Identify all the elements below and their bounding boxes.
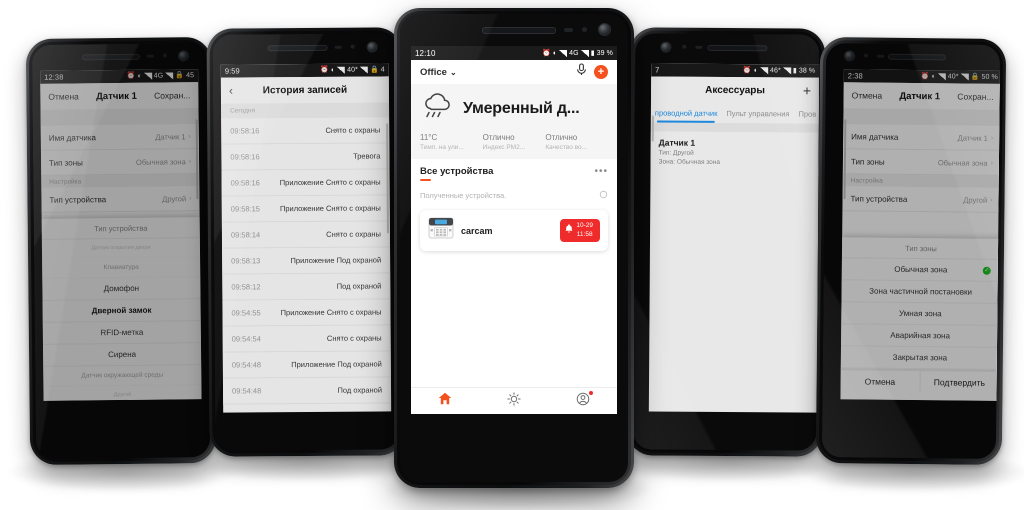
light-sensor-icon	[582, 27, 587, 32]
device-name: carcam	[461, 225, 493, 236]
alarm-date: 10-29	[576, 222, 593, 230]
profile-icon	[576, 390, 593, 411]
battery-level: 39 %	[596, 49, 613, 57]
alarm-icon: ⏰	[541, 49, 551, 57]
tab-home[interactable]	[411, 392, 480, 410]
home-icon	[438, 392, 452, 410]
phone-glass: 2:38 ⏰ ◐ 40* 🔒 50 % Отмена Датчик 1 Сохр…	[821, 43, 1001, 459]
room-selector[interactable]: Office ⌄	[420, 67, 457, 78]
earpiece-speaker	[482, 27, 556, 34]
device-info: carcam	[428, 217, 493, 244]
signal-icon-2	[580, 49, 589, 57]
weather-stat-air-quality: Отлично Качество во...	[545, 133, 608, 151]
front-camera-icon	[599, 24, 610, 35]
alarm-time: 11:58	[576, 230, 593, 238]
stat-label: Индекс PM2...	[482, 144, 526, 151]
dnd-icon: ◐	[552, 49, 558, 57]
devices-subtitle-row: Полученные устройства.	[411, 181, 617, 210]
tab-profile[interactable]	[548, 390, 617, 411]
top-bar-actions: +	[576, 63, 608, 81]
dim-overlay	[212, 33, 400, 451]
phone-glass: 12:38 ⏰ ◐ 4G 🔒 45 Отмена Датчик 1	[31, 43, 211, 459]
phone-device-3: 12:10 ⏰ ◐ 4G ▮ 39 % Office ⌄ + Умеренный…	[394, 8, 634, 488]
alarm-timestamp: 10-29 11:58	[576, 222, 593, 238]
rain-cloud-icon	[420, 91, 456, 126]
weather-card[interactable]: Умеренный д... 11°C Темп. на ули... Отли…	[411, 84, 617, 159]
bottom-tab-bar	[411, 387, 617, 414]
status-bar: 12:10 ⏰ ◐ 4G ▮ 39 %	[411, 46, 617, 60]
phone-device-1: 12:38 ⏰ ◐ 4G 🔒 45 Отмена Датчик 1	[25, 37, 217, 465]
phone-device-5: 2:38 ⏰ ◐ 40* 🔒 50 % Отмена Датчик 1 Сохр…	[815, 37, 1007, 465]
chevron-down-icon: ⌄	[449, 67, 457, 77]
weather-stats: 11°C Темп. на ули... Отлично Индекс PM2.…	[420, 133, 608, 151]
battery-icon: ▮	[590, 49, 595, 57]
network-type: 4G	[569, 49, 579, 57]
device-card-carcam[interactable]: carcam 10-29 11:58	[420, 210, 608, 251]
status-icons: ⏰ ◐ 4G ▮ 39 %	[541, 49, 613, 57]
room-name: Office	[420, 66, 447, 78]
stat-label: Темп. на ули...	[420, 144, 464, 151]
alarm-badge[interactable]: 10-29 11:58	[560, 219, 600, 242]
tab-scenes[interactable]	[480, 391, 549, 411]
phone-device-2: 9:59 ⏰ ◐ 40* 🔒 4 ‹ История записей С	[206, 27, 406, 457]
dim-overlay	[31, 43, 211, 459]
mic-icon[interactable]	[576, 63, 587, 81]
stat-value: 11°C	[420, 133, 438, 142]
dim-overlay	[632, 33, 820, 451]
phone-device-4: 7 ⏰ ◐ 46* ▮ 38 % Аксессуары +	[626, 27, 826, 457]
section-title: Все устройства	[420, 166, 494, 177]
phone-glass: 7 ⏰ ◐ 46* ▮ 38 % Аксессуары +	[632, 33, 820, 451]
stat-label: Качество во...	[545, 144, 588, 151]
phone-glass: 12:10 ⏰ ◐ 4G ▮ 39 % Office ⌄ + Умеренный…	[400, 14, 628, 482]
weather-stat-pm25: Отлично Индекс PM2...	[483, 133, 546, 151]
screenshot-stage: 12:38 ⏰ ◐ 4G 🔒 45 Отмена Датчик 1	[0, 0, 1024, 510]
refresh-icon[interactable]	[599, 186, 608, 204]
weather-description: Умеренный д...	[463, 99, 580, 117]
weather-stat-temperature: 11°C Темп. на ули...	[420, 133, 483, 151]
devices-subtitle: Полученные устройства.	[420, 190, 507, 200]
brightness-icon	[507, 391, 521, 411]
app-top-bar: Office ⌄ +	[411, 60, 617, 84]
stat-value: Отлично	[482, 133, 515, 142]
stat-value: Отлично	[545, 133, 578, 142]
status-time: 12:10	[415, 48, 436, 58]
phone-glass: 9:59 ⏰ ◐ 40* 🔒 4 ‹ История записей С	[212, 33, 400, 451]
weather-headline: Умеренный д...	[420, 91, 608, 126]
bell-icon	[565, 224, 573, 236]
notification-badge	[588, 390, 593, 395]
devices-section-header: Все устройства •••	[411, 159, 617, 177]
signal-icon	[559, 49, 568, 57]
more-options-icon[interactable]: •••	[594, 166, 608, 177]
dim-overlay	[821, 43, 1001, 459]
add-device-button[interactable]: +	[594, 65, 608, 79]
alarm-panel-icon	[428, 217, 454, 244]
proximity-sensor-icon	[564, 28, 573, 32]
